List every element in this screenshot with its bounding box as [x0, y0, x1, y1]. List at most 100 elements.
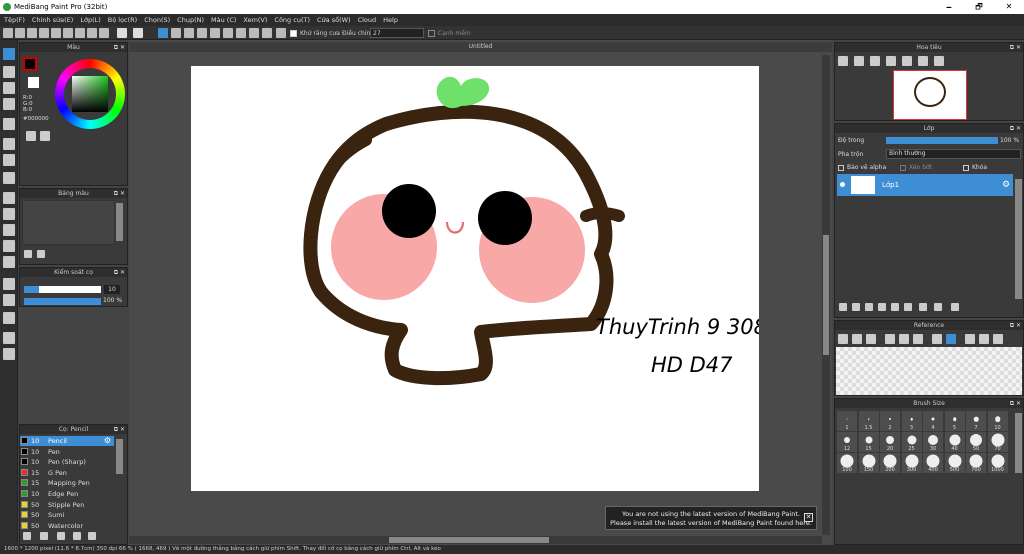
brush-list-item[interactable]: 10 Pen (Sharp) [20, 457, 114, 467]
maximize-button[interactable]: 🗗 [964, 0, 994, 14]
brush-duplicate-icon[interactable] [73, 532, 81, 540]
brush-add-icon[interactable] [23, 532, 31, 540]
menu-help[interactable]: Help [379, 14, 401, 24]
layer-folder-icon[interactable] [904, 303, 912, 311]
bucket-tool-icon[interactable] [3, 154, 15, 166]
rotate-reset-icon[interactable] [934, 56, 944, 66]
ref-hand-icon[interactable] [946, 334, 956, 344]
divide-tool-icon[interactable] [3, 332, 15, 344]
blend-mode-dropdown[interactable]: Bình thường [886, 149, 1021, 159]
transform-icon[interactable] [87, 28, 97, 38]
add-folder-icon[interactable] [891, 303, 899, 311]
brush-size-cell[interactable]: 12 [837, 432, 857, 452]
brush-size-cell[interactable]: 700 [966, 453, 986, 473]
brush-size-cell[interactable]: 70 [987, 432, 1008, 452]
snap-radial-icon[interactable] [210, 28, 220, 38]
panel-close-icon[interactable]: ⧉ ✕ [114, 189, 125, 198]
brush-size-cell[interactable]: 1.5 [858, 411, 879, 431]
brush-size-cell[interactable]: 1 [837, 411, 857, 431]
brush-opacity-slider[interactable] [24, 298, 101, 305]
ref-fit-icon[interactable] [899, 334, 909, 344]
menu-edit[interactable]: Chỉnh sửa(E) [28, 14, 76, 24]
ref-eyedropper-icon[interactable] [932, 334, 942, 344]
hue-ring[interactable] [55, 59, 125, 129]
eraser-tool-icon[interactable] [3, 66, 15, 78]
redo-icon[interactable] [133, 28, 143, 38]
notice-close-icon[interactable]: ✕ [804, 513, 813, 522]
panel-close-icon[interactable]: ⧉ ✕ [114, 425, 125, 434]
text-tool-icon[interactable] [3, 278, 15, 290]
menu-window[interactable]: Cửa sổ(W) [313, 14, 354, 24]
reference-view[interactable] [836, 347, 1022, 395]
lock-checkbox[interactable] [963, 165, 969, 171]
snap-off-icon[interactable] [158, 28, 168, 38]
zoom-out-icon[interactable] [854, 56, 864, 66]
brush-size-cell[interactable]: 150 [858, 453, 879, 473]
ref-zoom-out-icon[interactable] [913, 334, 923, 344]
brush-size-cell[interactable]: 50 [966, 432, 986, 452]
snap-extra2-icon[interactable] [276, 28, 286, 38]
panel-close-icon[interactable]: ⧉ ✕ [1010, 399, 1021, 408]
minimize-button[interactable]: 🗕 [934, 0, 964, 14]
brush-list-item[interactable]: 50 Stipple Pen [20, 500, 114, 510]
operation-tool-icon[interactable] [3, 294, 15, 306]
brush-size-cell[interactable]: 20 [880, 432, 900, 452]
layer-visibility-icon[interactable] [840, 182, 845, 187]
brush-size-cell[interactable]: 200 [880, 453, 900, 473]
panel-close-icon[interactable]: ⧉ ✕ [114, 268, 125, 277]
cloud-icon[interactable] [39, 28, 49, 38]
update-notice[interactable]: You are not using the latest version of … [605, 506, 817, 530]
layer-row[interactable]: Lớp1 ⚙ [837, 174, 1013, 196]
brush-settings-gear-icon[interactable]: ⚙ [104, 436, 111, 446]
snap-circle-icon[interactable] [223, 28, 233, 38]
actual-size-icon[interactable] [886, 56, 896, 66]
menu-color[interactable]: Màu (C) [207, 14, 239, 24]
lasso-tool-icon[interactable] [3, 208, 15, 220]
brush-size-cell[interactable]: 1000 [987, 453, 1008, 473]
brush-delete-icon[interactable] [88, 532, 96, 540]
snap-cross-icon[interactable] [184, 28, 194, 38]
undo-icon[interactable] [117, 28, 127, 38]
dot-tool-icon[interactable] [3, 98, 15, 110]
snap-parallel-icon[interactable] [171, 28, 181, 38]
brush-list-item[interactable]: 15 Mapping Pen [20, 478, 114, 488]
soft-edge-checkbox[interactable] [428, 30, 435, 37]
palette-delete-icon[interactable] [37, 250, 45, 258]
zoom-in-icon[interactable] [838, 56, 848, 66]
correction-dropdown[interactable]: 27 [370, 28, 424, 38]
add-8bit-layer-icon[interactable] [865, 303, 873, 311]
brush-size-value[interactable]: 10 [104, 285, 120, 294]
brush-list-item[interactable]: 50 Watercolor [20, 521, 114, 531]
brush-list-item[interactable]: 10 Pencil ⚙ [20, 436, 114, 446]
close-button[interactable]: ✕ [994, 0, 1024, 14]
ref-open-icon[interactable] [838, 334, 848, 344]
menu-cloud[interactable]: Cloud [354, 14, 380, 24]
new-file-icon[interactable] [3, 28, 13, 38]
fill-rect-tool-icon[interactable] [3, 138, 15, 150]
brush-size-cell[interactable]: 40 [944, 432, 965, 452]
add-layer-icon[interactable] [839, 303, 847, 311]
select-pen-tool-icon[interactable] [3, 240, 15, 252]
menu-snap[interactable]: Chụp(N) [173, 14, 207, 24]
hand-tool-icon[interactable] [3, 348, 15, 360]
layer-opacity-slider[interactable] [886, 137, 998, 144]
brush-folder-icon[interactable] [40, 532, 48, 540]
merge-layer-icon[interactable] [934, 303, 942, 311]
snap-curve-icon[interactable] [236, 28, 246, 38]
brush-size-cell[interactable]: 7 [966, 411, 986, 431]
document-tab[interactable]: Untitled [129, 42, 832, 52]
fit-icon[interactable] [870, 56, 880, 66]
brush-list-item[interactable]: 10 Pen [20, 447, 114, 457]
canvas-vscroll-thumb[interactable] [823, 235, 829, 355]
panel-close-icon[interactable]: ⧉ ✕ [114, 43, 125, 52]
gradient-tool-icon[interactable] [3, 172, 15, 184]
brush-tool-icon[interactable] [3, 48, 15, 60]
palette-add-icon[interactable] [24, 250, 32, 258]
move-tool-icon[interactable] [3, 118, 15, 130]
ref-rotate-reset-icon[interactable] [993, 334, 1003, 344]
brush-settings-icon[interactable] [57, 532, 65, 540]
color-add-icon[interactable] [26, 131, 36, 141]
select-tool-icon[interactable] [3, 192, 15, 204]
delete-layer-icon[interactable] [951, 303, 959, 311]
brush-size-cell[interactable]: 500 [944, 453, 965, 473]
